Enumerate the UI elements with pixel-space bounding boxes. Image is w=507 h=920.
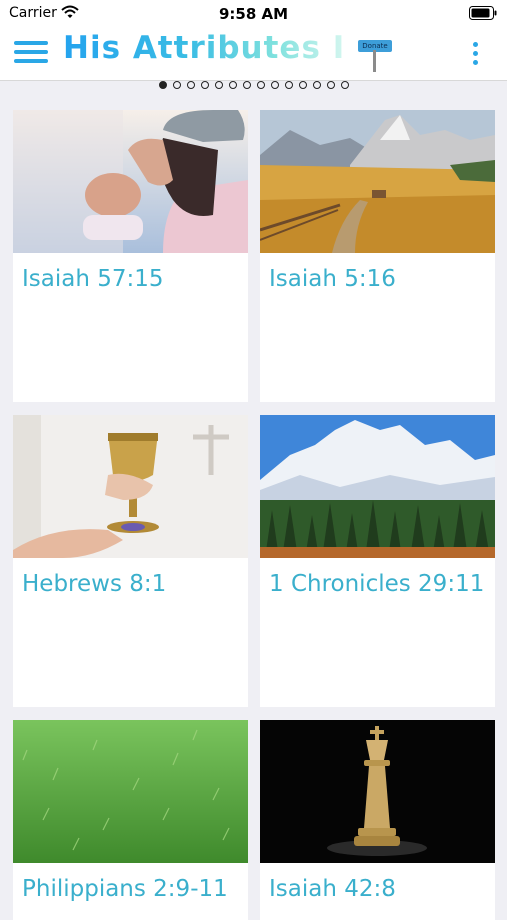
page-dot[interactable] bbox=[312, 81, 321, 89]
card-title: 1 Chronicles 29:11 bbox=[269, 571, 485, 597]
app-title: His Attributes I bbox=[63, 30, 346, 66]
signpost-icon bbox=[373, 50, 376, 72]
more-options-icon[interactable] bbox=[468, 40, 482, 68]
battery-icon bbox=[469, 6, 497, 20]
mountain-meadow-photo bbox=[260, 110, 495, 253]
card-isaiah-42-8[interactable]: Isaiah 42:8 bbox=[260, 720, 495, 920]
card-title: Philippians 2:9-11 bbox=[22, 876, 228, 902]
status-time: 9:58 AM bbox=[218, 5, 289, 23]
page-dot[interactable] bbox=[172, 81, 181, 89]
card-1-chronicles-29-11[interactable]: 1 Chronicles 29:11 bbox=[260, 415, 495, 707]
card-isaiah-5-16[interactable]: Isaiah 5:16 bbox=[260, 110, 495, 402]
page-dot[interactable] bbox=[298, 81, 307, 89]
page-dot[interactable] bbox=[228, 81, 237, 89]
page-dot[interactable] bbox=[340, 81, 349, 89]
page-dot[interactable] bbox=[200, 81, 209, 89]
page-dot[interactable] bbox=[326, 81, 335, 89]
card-title: Isaiah 42:8 bbox=[269, 876, 396, 902]
card-title: Hebrews 8:1 bbox=[22, 571, 167, 597]
page-dot[interactable] bbox=[256, 81, 265, 89]
card-isaiah-57-15[interactable]: Isaiah 57:15 bbox=[13, 110, 248, 402]
hamburger-menu-icon[interactable] bbox=[14, 38, 48, 66]
woman-praying-photo bbox=[13, 110, 248, 253]
page-dot[interactable] bbox=[158, 81, 167, 89]
card-title: Isaiah 57:15 bbox=[22, 266, 164, 292]
page-dot[interactable] bbox=[242, 81, 251, 89]
page-indicator[interactable] bbox=[0, 81, 507, 95]
page-dot[interactable] bbox=[214, 81, 223, 89]
golden-chalice-photo bbox=[13, 415, 248, 558]
snowy-mountain-forest-photo bbox=[260, 415, 495, 558]
donate-button[interactable]: Donate bbox=[358, 38, 396, 72]
status-bar: Carrier 9:58 AM bbox=[0, 0, 507, 28]
chess-king-photo bbox=[260, 720, 495, 863]
navigation-bar: His Attributes I Donate bbox=[0, 28, 507, 81]
page-dot[interactable] bbox=[284, 81, 293, 89]
page-dot[interactable] bbox=[270, 81, 279, 89]
card-philippians-2-9-11[interactable]: Philippians 2:9-11 bbox=[13, 720, 248, 920]
green-grass-photo bbox=[13, 720, 248, 863]
card-title: Isaiah 5:16 bbox=[269, 266, 396, 292]
card-hebrews-8-1[interactable]: Hebrews 8:1 bbox=[13, 415, 248, 707]
page-dot[interactable] bbox=[186, 81, 195, 89]
